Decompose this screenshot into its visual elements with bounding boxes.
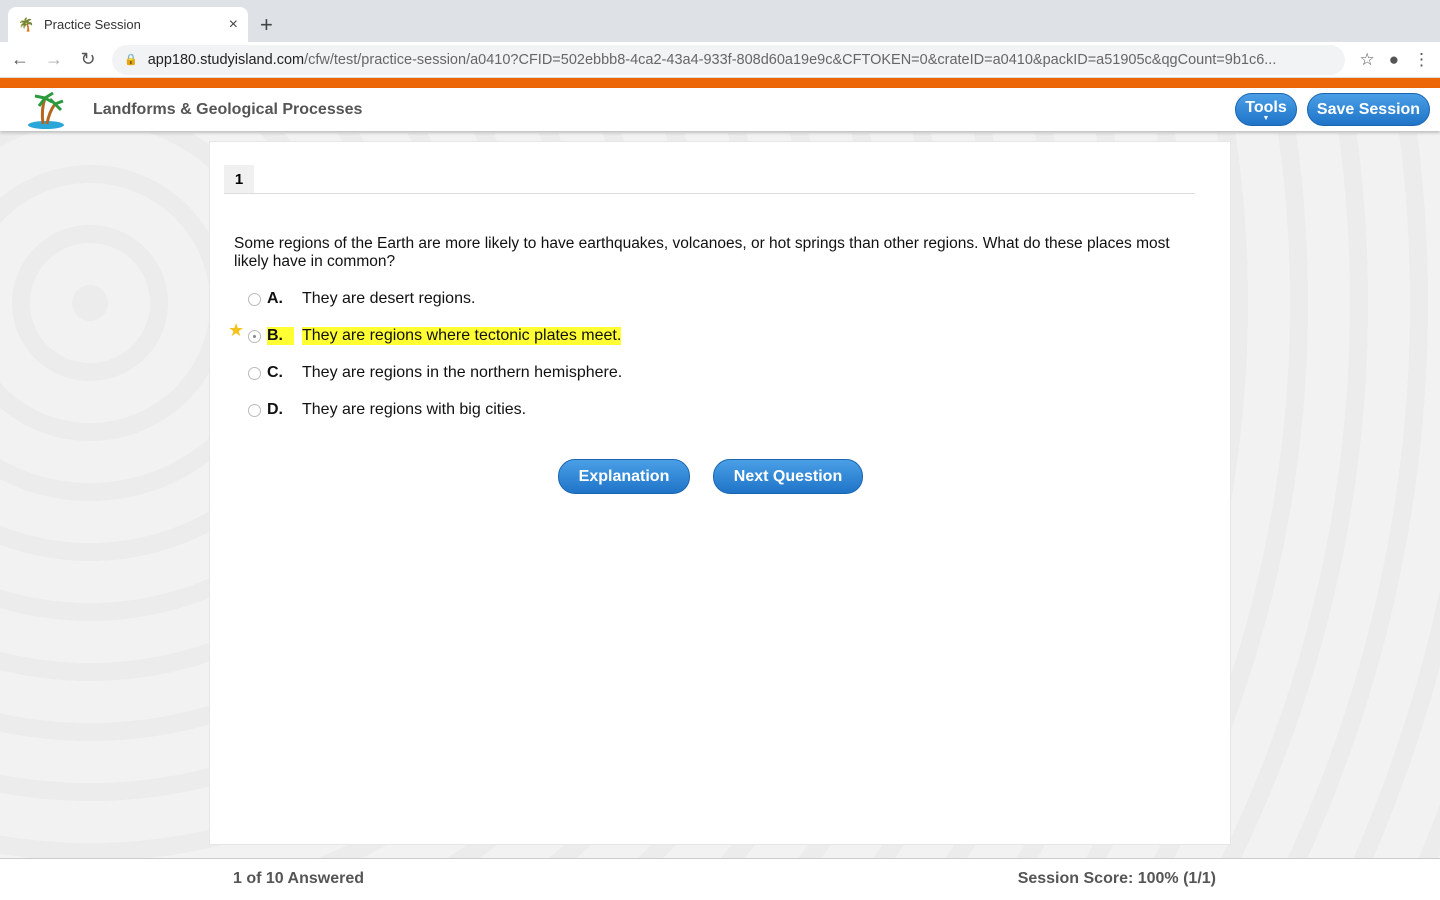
correct-star-icon: ★ [228, 320, 245, 340]
radio-b[interactable] [248, 329, 261, 343]
back-icon[interactable]: ← [10, 49, 30, 70]
question-card: 1 Some regions of the Earth are more lik… [209, 141, 1231, 845]
url-host: app180.studyisland.com [147, 51, 305, 68]
question-number: 1 [224, 165, 254, 193]
answer-letter: D. [267, 401, 283, 418]
forward-icon[interactable]: → [44, 49, 64, 70]
question-text: Some regions of the Earth are more likel… [234, 235, 1170, 270]
radio-a[interactable] [248, 292, 261, 306]
tab-title: Practice Session [44, 17, 141, 32]
save-session-button[interactable]: Save Session [1307, 93, 1430, 126]
session-score: Session Score: 100% (1/1) [1017, 870, 1216, 887]
accent-bar [0, 78, 1440, 88]
answer-text: They are regions in the northern hemisph… [302, 364, 623, 381]
explanation-button[interactable]: Explanation [558, 459, 690, 494]
answered-count: 1 of 10 Answered [233, 870, 365, 887]
answer-letter: C. [267, 364, 283, 381]
radio-c[interactable] [248, 366, 261, 380]
answer-d[interactable]: D. They are regions with big cities. [248, 401, 526, 419]
menu-icon[interactable]: ⋮ [1413, 50, 1430, 70]
app-header: Landforms & Geological Processes Tools ▼ … [0, 88, 1440, 131]
profile-icon[interactable]: ● [1389, 50, 1399, 70]
tools-button[interactable]: Tools ▼ [1235, 93, 1297, 126]
page-title: Landforms & Geological Processes [93, 100, 363, 118]
url-path: /cfw/test/practice-session/a0410?CFID=50… [304, 51, 1277, 68]
bookmark-star-icon[interactable]: ☆ [1359, 50, 1374, 70]
divider [224, 193, 1195, 194]
answer-text: They are desert regions. [302, 290, 476, 307]
answer-b[interactable]: B. They are regions where tectonic plates… [248, 327, 622, 345]
browser-tab-bar: 🌴 Practice Session × + [0, 0, 1440, 42]
reload-icon[interactable]: ↻ [78, 49, 98, 70]
answer-letter: A. [267, 290, 283, 307]
next-question-button[interactable]: Next Question [713, 459, 863, 494]
address-bar[interactable]: 🔒 app180.studyisland.com/cfw/test/practi… [112, 44, 1346, 75]
answer-text: They are regions where tectonic plates m… [302, 327, 622, 345]
tools-label: Tools [1245, 98, 1287, 116]
answer-text: They are regions with big cities. [302, 401, 527, 418]
answer-letter: B. [267, 327, 294, 345]
chevron-down-icon: ▼ [1262, 114, 1270, 122]
palm-tree-favicon-icon: 🌴 [18, 16, 35, 32]
browser-tab[interactable]: 🌴 Practice Session × [8, 7, 248, 42]
study-island-logo-icon [25, 90, 67, 130]
close-tab-icon[interactable]: × [229, 16, 238, 34]
new-tab-icon[interactable]: + [260, 12, 273, 38]
answer-a[interactable]: A. They are desert regions. [248, 290, 475, 308]
radio-d[interactable] [248, 403, 261, 417]
footer: 1 of 10 Answered Session Score: 100% (1/… [0, 858, 1440, 900]
answer-c[interactable]: C. They are regions in the northern hemis… [248, 364, 622, 382]
browser-toolbar: ← → ↻ 🔒 app180.studyisland.com/cfw/test/… [0, 42, 1440, 78]
lock-icon: 🔒 [124, 54, 138, 66]
